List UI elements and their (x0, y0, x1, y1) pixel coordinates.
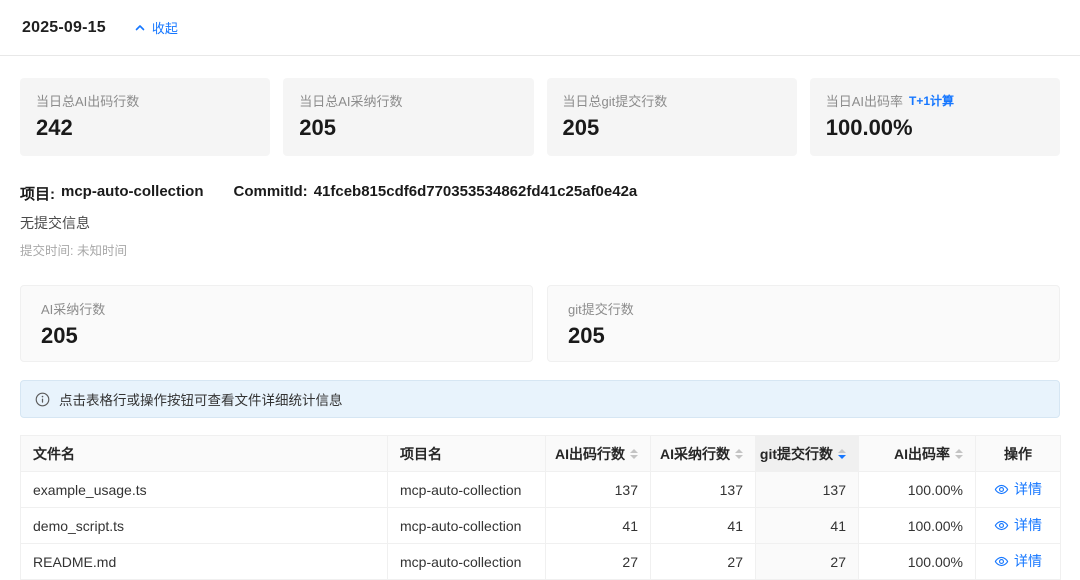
cell-ai_lines: 41 (546, 508, 651, 544)
table-row[interactable]: demo_script.tsmcp-auto-collection4141411… (21, 508, 1061, 544)
table-header: 文件名 项目名 AI出码行数 AI采纳行数 git提交行数 AI出码率 操作 (21, 436, 1061, 472)
stat-label: 当日总AI出码行数 (36, 91, 254, 110)
cell-ai_lines: 137 (546, 472, 651, 508)
cell-file: example_usage.ts (21, 472, 388, 508)
cell-rate: 100.00% (859, 544, 976, 580)
detail-link[interactable]: 详情 (994, 515, 1042, 535)
detail-link-label: 详情 (1014, 515, 1042, 535)
column-header-accepted_lines[interactable]: AI采纳行数 (651, 436, 756, 472)
cell-action: 详情 (976, 508, 1061, 544)
alert-text: 点击表格行或操作按钮可查看文件详细统计信息 (59, 389, 343, 409)
cell-accepted_lines: 27 (651, 544, 756, 580)
detail-link[interactable]: 详情 (994, 551, 1042, 571)
cell-accepted_lines: 41 (651, 508, 756, 544)
cell-git_lines: 137 (756, 472, 859, 508)
file-stats-table: 文件名 项目名 AI出码行数 AI采纳行数 git提交行数 AI出码率 操作 example… (20, 435, 1061, 580)
cell-accepted_lines: 137 (651, 472, 756, 508)
project-label: 项目: (20, 183, 55, 204)
stat-value: 205 (299, 115, 517, 141)
column-header-rate[interactable]: AI出码率 (859, 436, 976, 472)
column-header-git_lines[interactable]: git提交行数 (756, 436, 859, 472)
cell-git_lines: 41 (756, 508, 859, 544)
detail-link-label: 详情 (1014, 479, 1042, 499)
table-body: example_usage.tsmcp-auto-collection13713… (21, 472, 1061, 580)
detail-card-git-lines: git提交行数 205 (547, 285, 1060, 362)
cell-rate: 100.00% (859, 508, 976, 544)
stat-value: 205 (568, 323, 1039, 349)
eye-icon (994, 554, 1009, 569)
cell-ai_lines: 27 (546, 544, 651, 580)
column-label: git提交行数 (760, 444, 833, 464)
stat-label: 当日总git提交行数 (563, 91, 781, 110)
detail-cards-row: AI采纳行数 205 git提交行数 205 (20, 285, 1060, 362)
stat-card-ai-generated: 当日总AI出码行数 242 (20, 78, 270, 156)
report-content: 当日总AI出码行数 242 当日总AI采纳行数 205 当日总git提交行数 2… (0, 78, 1080, 580)
table-row[interactable]: README.mdmcp-auto-collection272727100.00… (21, 544, 1061, 580)
commit-id-label: CommitId: (234, 183, 308, 204)
summary-cards-row: 当日总AI出码行数 242 当日总AI采纳行数 205 当日总git提交行数 2… (20, 78, 1060, 156)
commit-id-value: 41fceb815cdf6d770353534862fd41c25af0e42a (314, 183, 638, 204)
stat-value: 205 (563, 115, 781, 141)
date-title: 2025-09-15 (22, 19, 106, 37)
column-header-project: 项目名 (388, 436, 546, 472)
project-name: mcp-auto-collection (61, 183, 204, 204)
sort-caret-icon[interactable] (630, 449, 638, 459)
commit-time: 提交时间: 未知时间 (20, 240, 1060, 259)
column-label: 操作 (1004, 444, 1032, 464)
cell-file: README.md (21, 544, 388, 580)
project-commit-line: 项目: mcp-auto-collection CommitId: 41fceb… (20, 183, 1060, 204)
stat-label: git提交行数 (568, 299, 1039, 318)
column-label: AI采纳行数 (660, 444, 730, 464)
cell-project: mcp-auto-collection (388, 508, 546, 544)
cell-project: mcp-auto-collection (388, 472, 546, 508)
t-plus-1-badge: T+1计算 (909, 92, 954, 109)
cell-rate: 100.00% (859, 472, 976, 508)
stat-value: 205 (41, 323, 512, 349)
cell-file: demo_script.ts (21, 508, 388, 544)
sort-caret-icon[interactable] (735, 449, 743, 459)
sort-caret-icon[interactable] (955, 449, 963, 459)
column-header-action: 操作 (976, 436, 1061, 472)
cell-project: mcp-auto-collection (388, 544, 546, 580)
commit-info-block: 项目: mcp-auto-collection CommitId: 41fceb… (20, 183, 1060, 259)
stat-card-git-commit: 当日总git提交行数 205 (547, 78, 797, 156)
date-header-bar: 2025-09-15 收起 (0, 0, 1080, 56)
column-label: AI出码率 (894, 444, 950, 464)
stat-card-ai-rate: 当日AI出码率 T+1计算 100.00% (810, 78, 1060, 156)
detail-link-label: 详情 (1014, 551, 1042, 571)
eye-icon (994, 518, 1009, 533)
column-header-ai_lines[interactable]: AI出码行数 (546, 436, 651, 472)
cell-action: 详情 (976, 544, 1061, 580)
stat-label: 当日AI出码率 T+1计算 (826, 91, 1044, 110)
sort-caret-icon[interactable] (838, 449, 846, 459)
spacer (210, 183, 228, 204)
eye-icon (994, 482, 1009, 497)
cell-git_lines: 27 (756, 544, 859, 580)
stat-card-ai-accepted: 当日总AI采纳行数 205 (283, 78, 533, 156)
cell-action: 详情 (976, 472, 1061, 508)
stat-value: 100.00% (826, 115, 1044, 141)
column-label: 文件名 (33, 444, 75, 464)
collapse-label: 收起 (152, 18, 178, 37)
column-header-file: 文件名 (21, 436, 388, 472)
info-alert-banner: 点击表格行或操作按钮可查看文件详细统计信息 (20, 380, 1060, 418)
table-row[interactable]: example_usage.tsmcp-auto-collection13713… (21, 472, 1061, 508)
chevron-up-icon (134, 22, 146, 34)
detail-card-ai-accepted: AI采纳行数 205 (20, 285, 533, 362)
commit-message: 无提交信息 (20, 213, 1060, 233)
detail-link[interactable]: 详情 (994, 479, 1042, 499)
stat-label-text: 当日AI出码率 (826, 91, 903, 110)
column-label: 项目名 (400, 444, 442, 464)
collapse-button[interactable]: 收起 (134, 18, 178, 37)
stat-label: 当日总AI采纳行数 (299, 91, 517, 110)
stat-value: 242 (36, 115, 254, 141)
stat-label: AI采纳行数 (41, 299, 512, 318)
info-circle-icon (35, 392, 50, 407)
daily-report-page: 2025-09-15 收起 当日总AI出码行数 242 当日总AI采纳行数 20… (0, 0, 1080, 577)
column-label: AI出码行数 (555, 444, 625, 464)
